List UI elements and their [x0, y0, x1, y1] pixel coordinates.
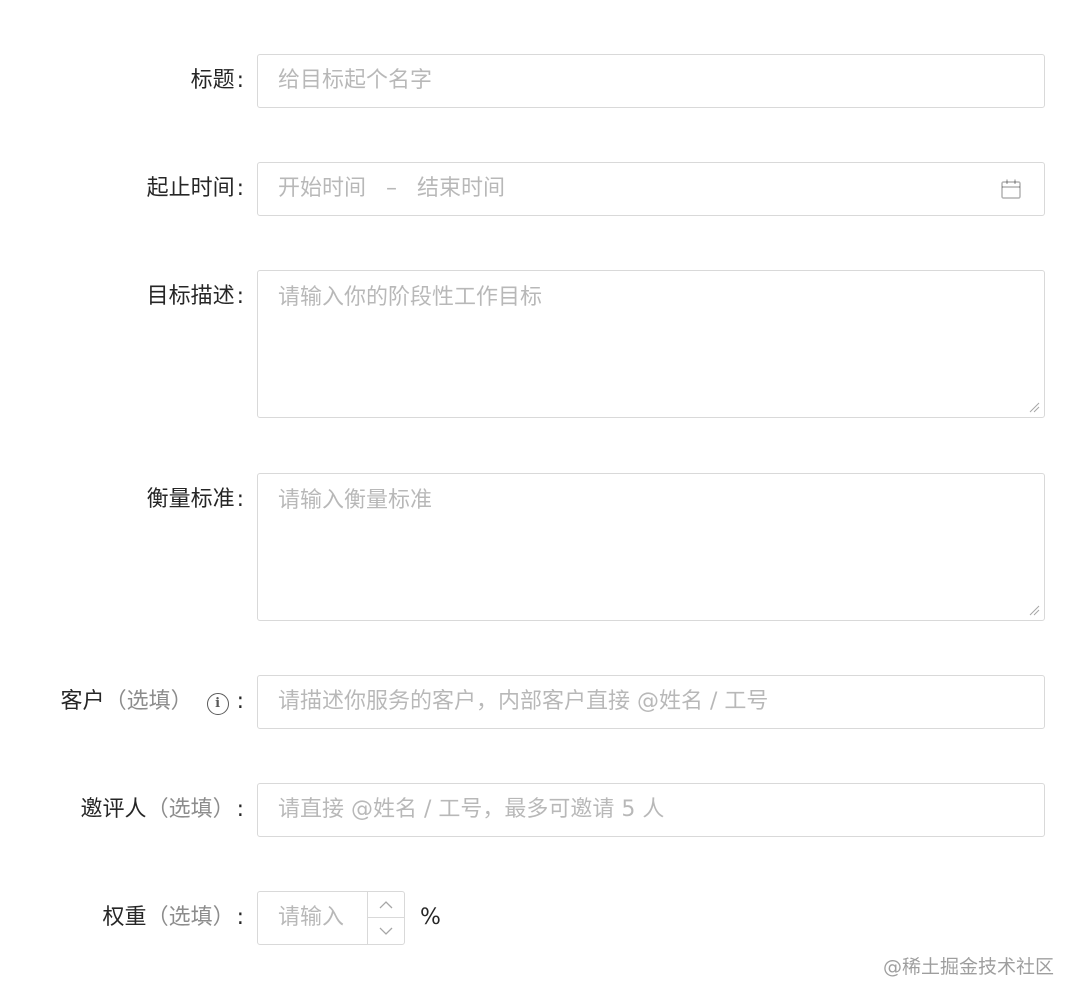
date-range-picker[interactable]: 开始时间 – 结束时间: [257, 162, 1045, 216]
criteria-placeholder: 请输入衡量标准: [278, 488, 433, 513]
description-label-colon: :: [236, 284, 244, 309]
weight-label-colon: :: [236, 905, 244, 930]
description-label-text: 目标描述: [146, 284, 235, 309]
title-label-colon: :: [236, 68, 244, 93]
title-label-text: 标题: [190, 68, 235, 93]
resize-handle-icon[interactable]: [1028, 604, 1040, 616]
resize-handle-icon[interactable]: [1028, 401, 1040, 413]
client-placeholder: 请描述你服务的客户，内部客户直接 @姓名 / 工号: [278, 689, 769, 714]
increment-button[interactable]: [368, 892, 404, 918]
reviewer-optional-text: （选填）: [146, 797, 235, 822]
title-placeholder: 给目标起个名字: [278, 68, 433, 93]
description-label: 目标描述:: [147, 270, 244, 324]
client-label-text: 客户: [60, 689, 105, 714]
weight-label: 权重（选填）:: [103, 891, 244, 945]
description-placeholder: 请输入你的阶段性工作目标: [278, 285, 543, 310]
weight-label-text: 权重: [102, 905, 147, 930]
end-date-placeholder[interactable]: 结束时间: [417, 176, 505, 201]
reviewer-input[interactable]: 请直接 @姓名 / 工号，最多可邀请 5 人: [257, 783, 1045, 837]
criteria-label-text: 衡量标准: [146, 487, 235, 512]
date-range-label-text: 起止时间: [146, 176, 235, 201]
client-label-colon: :: [236, 689, 244, 714]
criteria-label-colon: :: [236, 487, 244, 512]
reviewer-label-text: 邀评人: [80, 797, 147, 822]
criteria-textarea[interactable]: 请输入衡量标准: [257, 473, 1045, 621]
client-label: 客户（选填） i:: [61, 675, 244, 729]
weight-optional-text: （选填）: [146, 905, 235, 930]
reviewer-placeholder: 请直接 @姓名 / 工号，最多可邀请 5 人: [278, 797, 665, 822]
calendar-icon[interactable]: [1000, 178, 1022, 200]
client-optional-text: （选填）: [104, 689, 193, 714]
chevron-up-icon: [379, 900, 393, 908]
date-range-placeholder: 开始时间 – 结束时间: [278, 163, 505, 215]
reviewer-label-colon: :: [236, 797, 244, 822]
date-range-separator: –: [386, 176, 398, 201]
title-input[interactable]: 给目标起个名字: [257, 54, 1045, 108]
start-date-placeholder[interactable]: 开始时间: [278, 176, 366, 201]
watermark: @稀土掘金技术社区: [882, 956, 1054, 978]
info-icon[interactable]: i: [206, 693, 229, 715]
weight-placeholder: 请输入: [278, 905, 345, 930]
client-input[interactable]: 请描述你服务的客户，内部客户直接 @姓名 / 工号: [257, 675, 1045, 729]
description-textarea[interactable]: 请输入你的阶段性工作目标: [257, 270, 1045, 418]
decrement-button[interactable]: [368, 918, 404, 944]
chevron-down-icon: [379, 927, 393, 935]
weight-unit: %: [420, 905, 441, 930]
criteria-label: 衡量标准:: [147, 473, 244, 527]
reviewer-label: 邀评人（选填）:: [81, 783, 244, 837]
weight-number-input[interactable]: 请输入: [257, 891, 405, 945]
date-range-label-colon: :: [236, 176, 244, 201]
date-range-label: 起止时间:: [147, 162, 244, 216]
weight-stepper: [367, 892, 404, 944]
title-label: 标题:: [191, 54, 244, 108]
